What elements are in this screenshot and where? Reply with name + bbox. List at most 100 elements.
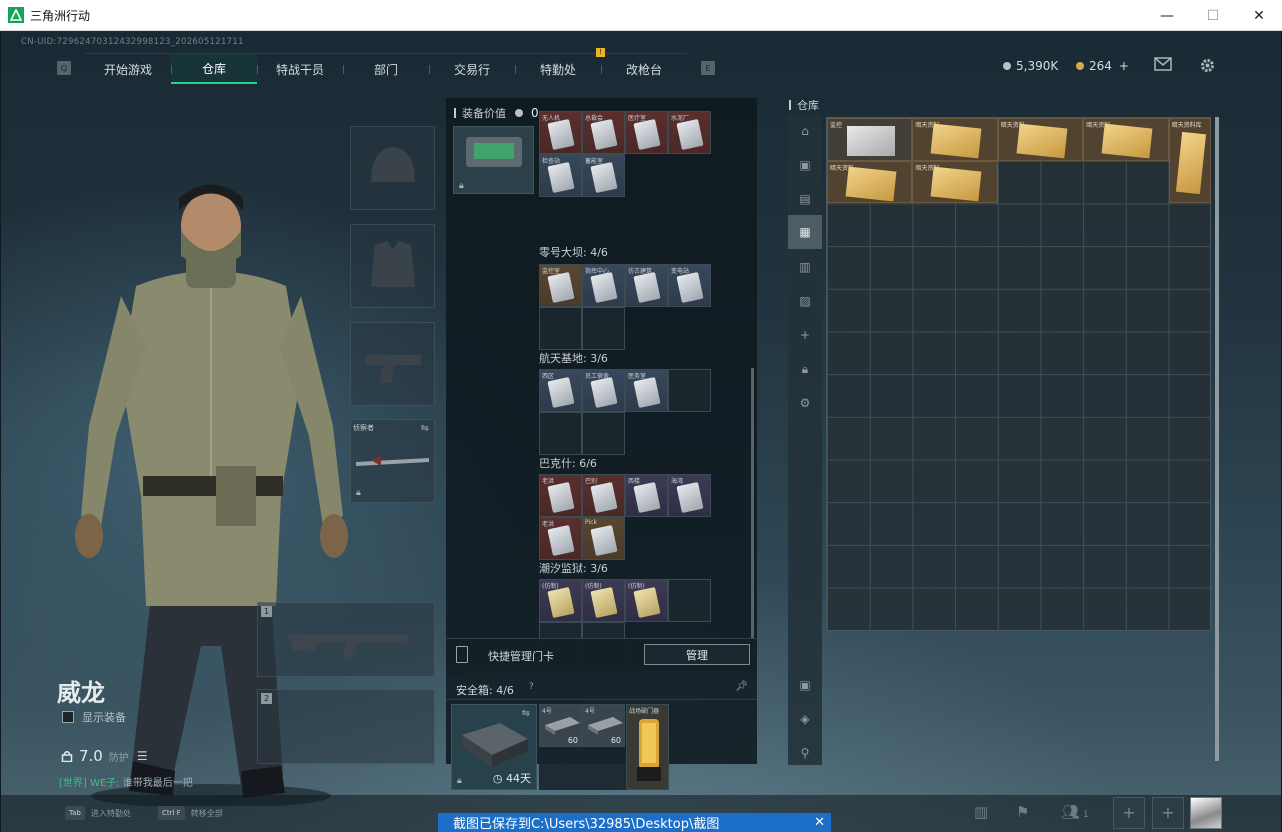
category-keycards-icon[interactable]: ▦ bbox=[788, 215, 822, 249]
category-consumables-icon[interactable]: ▥ bbox=[797, 259, 813, 275]
empty-card-slot[interactable] bbox=[539, 412, 582, 455]
stats-chart-icon[interactable]: ▥ bbox=[974, 803, 988, 821]
warehouse-item-tag: 暗天资料库 bbox=[1171, 122, 1202, 129]
swap-icon[interactable]: ⇋ bbox=[421, 423, 429, 434]
keycard-item[interactable]: 海湾 bbox=[668, 474, 711, 517]
keycard-item[interactable]: 医务室 bbox=[625, 369, 668, 412]
tab-0[interactable]: 开始游戏 bbox=[85, 54, 171, 84]
settings-gear-icon[interactable] bbox=[1198, 57, 1216, 73]
add-coupon-button[interactable]: + bbox=[1119, 59, 1129, 73]
sort-icon[interactable]: ▣ bbox=[797, 677, 813, 693]
category-all-icon[interactable]: ⌂ bbox=[797, 123, 813, 139]
safe-item[interactable]: 4号 60 bbox=[582, 704, 625, 747]
manage-button[interactable]: 管理 bbox=[644, 644, 750, 665]
keycard-item[interactable]: 指挥中心 bbox=[582, 264, 625, 307]
intel-document-item[interactable]: 暗天资料 bbox=[1083, 118, 1169, 161]
helmet-slot[interactable] bbox=[350, 126, 435, 210]
pistol-slot[interactable] bbox=[350, 322, 435, 406]
keycard-icon bbox=[547, 377, 575, 408]
empty-card-slot[interactable] bbox=[582, 307, 625, 350]
warehouse-grid[interactable]: 监控 暗天资料 暗天资料 暗天资料 暗天资料库 暗天资料 暗天资料 bbox=[826, 117, 1212, 631]
show-equipment-toggle[interactable]: 显示装备 bbox=[62, 709, 126, 725]
surveillance-map-item[interactable]: 监控 bbox=[827, 118, 913, 161]
chat-message[interactable]: [世界] WE子: 谁带我最后一把 bbox=[59, 774, 193, 789]
keycard-item[interactable]: 水泥厂 bbox=[668, 111, 711, 154]
keycard-item[interactable]: 检查站 bbox=[539, 154, 582, 197]
player-avatar[interactable] bbox=[1190, 797, 1222, 829]
melee-weapon-slot[interactable]: 侦察者 ⇋ 🔒︎ bbox=[350, 419, 435, 503]
primary-weapon-slot-1[interactable]: 1 bbox=[257, 602, 435, 677]
safe-item[interactable]: 4号 60 bbox=[539, 704, 582, 747]
keycard-item[interactable]: Pick bbox=[582, 517, 625, 560]
keycard-item[interactable]: (仿制) bbox=[625, 579, 668, 622]
minimize-button[interactable]: — bbox=[1144, 0, 1190, 31]
tab-6[interactable]: 改枪台 bbox=[601, 54, 687, 84]
hint-enter-workshop[interactable]: Tab 进入特勤处 bbox=[65, 806, 131, 820]
layers-icon[interactable]: ◈ bbox=[797, 711, 813, 727]
keycard-item[interactable]: 西区 bbox=[539, 369, 582, 412]
empty-card-slot[interactable] bbox=[539, 307, 582, 350]
keycard-item[interactable]: 老洪 bbox=[539, 517, 582, 560]
empty-card-slot[interactable] bbox=[668, 579, 711, 622]
safe-box-slot[interactable]: ⇋ 🔒︎ ◷ 44天 bbox=[451, 704, 537, 790]
pin-icon[interactable]: 📌︎ bbox=[735, 681, 748, 692]
nav-left-key-icon[interactable]: Q bbox=[57, 61, 71, 75]
list-icon[interactable]: ☰ bbox=[137, 749, 148, 763]
safe-swap-icon[interactable]: ⇋ bbox=[522, 708, 530, 719]
keycard-item[interactable]: 变电站 bbox=[668, 264, 711, 307]
breach-tool-item[interactable]: 战场破门器 bbox=[626, 704, 669, 790]
nav-right-key-icon[interactable]: E bbox=[701, 61, 715, 75]
keycard-item[interactable]: 西楼 bbox=[625, 474, 668, 517]
coupon-balance[interactable]: 264 + bbox=[1076, 59, 1129, 73]
squad-slot-1[interactable]: + bbox=[1113, 797, 1145, 829]
filter-icon[interactable]: ⚲ bbox=[797, 745, 813, 761]
warehouse-scrollbar[interactable] bbox=[1215, 117, 1219, 761]
squad-slot-2[interactable]: + bbox=[1152, 797, 1184, 829]
keycard-item[interactable]: 监控室 bbox=[539, 264, 582, 307]
mail-icon[interactable] bbox=[1154, 57, 1172, 73]
hint-transfer-all[interactable]: Ctrl F 转移全部 bbox=[158, 806, 223, 820]
empty-card-slot[interactable] bbox=[668, 369, 711, 412]
primary-weapon-slot-2[interactable]: 2 bbox=[257, 689, 435, 764]
keycard-item[interactable]: 无人机 bbox=[539, 111, 582, 154]
intel-document-item[interactable]: 暗天资料库 bbox=[1168, 118, 1212, 204]
maximize-button[interactable]: ☐ bbox=[1190, 0, 1236, 31]
hint-transfer-all-text: 转移全部 bbox=[190, 808, 223, 818]
keycard-scrollbar[interactable] bbox=[751, 368, 754, 638]
tab-3[interactable]: 部门 bbox=[343, 54, 429, 84]
warehouse-lock-icon[interactable]: 🔒︎ bbox=[797, 361, 813, 377]
close-window-button[interactable]: ✕ bbox=[1236, 0, 1282, 31]
coupon-icon bbox=[1076, 62, 1084, 70]
warehouse-settings-icon[interactable]: ⚙ bbox=[797, 395, 813, 411]
keycard-item[interactable]: 老洪 bbox=[539, 474, 582, 517]
friends-icon[interactable]: 👥︎ 1 bbox=[1061, 803, 1089, 821]
intel-document-item[interactable]: 暗天资料 bbox=[912, 160, 998, 204]
keycard-item[interactable]: 巴别 bbox=[582, 474, 625, 517]
empty-card-slot[interactable] bbox=[582, 412, 625, 455]
tab-4[interactable]: 交易行 bbox=[429, 54, 515, 84]
category-ammo-icon[interactable]: ▤ bbox=[797, 191, 813, 207]
tab-1[interactable]: 仓库 bbox=[171, 54, 257, 84]
keycard-holder-slot[interactable]: 🔒︎ bbox=[453, 126, 534, 194]
add-container-icon[interactable]: + bbox=[797, 327, 813, 343]
keycard-item[interactable]: 医疗室 bbox=[625, 111, 668, 154]
category-equipment-icon[interactable]: ▣ bbox=[797, 157, 813, 173]
keycard-item[interactable]: 总裁会 bbox=[582, 111, 625, 154]
tab-2[interactable]: 特战干员 bbox=[257, 54, 343, 84]
safe-box-header: 安全箱: 4/6 ? 📌︎ bbox=[446, 678, 757, 700]
show-equipment-checkbox[interactable] bbox=[62, 711, 74, 723]
keycard-item[interactable]: 蓄能室 bbox=[582, 154, 625, 197]
keycard-item[interactable]: 仿古建筑 bbox=[625, 264, 668, 307]
category-collectibles-icon[interactable]: ▨ bbox=[797, 293, 813, 309]
tab-5[interactable]: 特勤处 bbox=[515, 54, 601, 84]
armor-slot[interactable] bbox=[350, 224, 435, 308]
keycard-item[interactable]: (仿制) bbox=[539, 579, 582, 622]
help-icon[interactable]: ? bbox=[529, 682, 534, 692]
intel-document-item[interactable]: 暗天资料 bbox=[912, 118, 998, 161]
flag-icon[interactable]: ⚑ bbox=[1016, 803, 1029, 821]
toast-close-button[interactable]: ✕ bbox=[814, 813, 825, 832]
keycard-item[interactable]: 员工宿舍 bbox=[582, 369, 625, 412]
intel-document-item[interactable]: 暗天资料 bbox=[827, 160, 913, 204]
intel-document-item[interactable]: 暗天资料 bbox=[997, 118, 1084, 161]
keycard-item[interactable]: (仿制) bbox=[582, 579, 625, 622]
